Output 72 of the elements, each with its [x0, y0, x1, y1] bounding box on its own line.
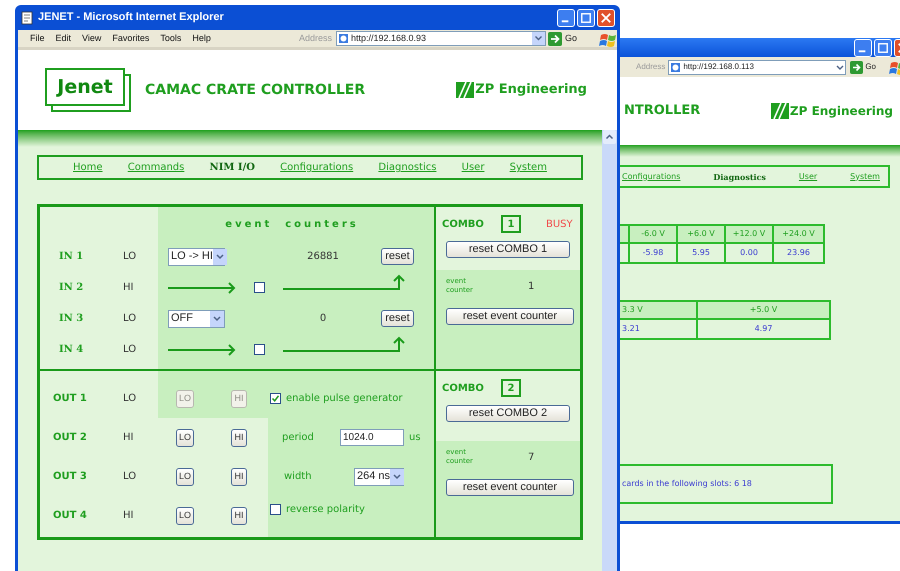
input-state: HI [123, 281, 134, 295]
checkbox-label: reverse polarity [286, 503, 365, 517]
logo: Jenet [45, 68, 125, 106]
low-button[interactable]: LO [176, 428, 194, 446]
table-cell: +24.0 V [772, 224, 825, 244]
counter-value: 1 [528, 280, 534, 294]
address-field[interactable]: http://192.168.0.113 [668, 60, 846, 74]
input-state: LO [123, 312, 136, 326]
output-name: OUT 3 [53, 470, 88, 484]
input-name: IN 2 [59, 281, 84, 295]
period-field[interactable]: 1024.0 [340, 429, 404, 446]
output-state: HI [123, 509, 134, 523]
menu-item[interactable]: View [82, 32, 102, 46]
combo-number: 1 [501, 215, 521, 233]
output-state: LO [123, 470, 136, 484]
combo-label: COMBO [442, 218, 485, 232]
brand-name: ZP Engineering [475, 81, 587, 100]
high-button[interactable]: HI [231, 506, 247, 524]
address-field[interactable]: http://192.168.0.93 [336, 31, 546, 46]
menu-item[interactable]: File [30, 32, 45, 46]
output-name: OUT 4 [53, 509, 88, 523]
high-button[interactable]: HI [231, 468, 247, 486]
field-label: period [282, 431, 315, 445]
menu-item[interactable]: Edit [56, 32, 72, 46]
menu-item[interactable]: Favorites [112, 32, 150, 46]
reset-combo-button[interactable]: reset COMBO 1 [446, 241, 570, 258]
menu-item[interactable]: Tools [160, 32, 182, 46]
reset-button[interactable]: reset [381, 310, 414, 327]
input-state: LO [123, 343, 136, 357]
field-label: width [284, 470, 313, 484]
reset-counter-button[interactable]: reset event counter [446, 479, 574, 496]
go-button[interactable]: Go [548, 32, 577, 46]
output-state: LO [123, 392, 136, 406]
status-label: BUSY [546, 218, 573, 232]
counter-value: 7 [528, 450, 534, 464]
input-name: IN 1 [59, 250, 84, 264]
page-heading: NTROLLER [624, 102, 700, 120]
window-title: JENET - Microsoft Internet Explorer [38, 10, 224, 26]
page-heading: CAMAC CRATE CONTROLLER [145, 80, 366, 100]
brand-name: ZP Engineering [790, 103, 893, 120]
section-title: event counters [225, 218, 359, 232]
input-state: LO [123, 250, 136, 264]
table-cell: 4.97 [696, 318, 831, 340]
table-cell: 23.96 [772, 242, 825, 264]
unit-label: us [409, 431, 421, 445]
address-label: Address [636, 61, 666, 73]
table-cell: +5.0 V [696, 300, 831, 320]
low-button[interactable]: LO [176, 468, 194, 486]
go-button[interactable]: Go [850, 60, 876, 74]
checkbox-label: enable pulse generator [286, 392, 402, 406]
counter-value: 0 [318, 312, 328, 326]
high-button[interactable]: HI [231, 428, 247, 446]
reset-button[interactable]: reset [381, 248, 414, 265]
output-name: OUT 1 [53, 392, 88, 406]
trigger-dropdown[interactable]: OFF [168, 310, 225, 328]
reset-counter-button[interactable]: reset event counter [446, 308, 574, 325]
low-button[interactable]: LO [176, 506, 194, 524]
combo-label: COMBO [442, 382, 485, 396]
width-dropdown[interactable]: 264 ns [354, 468, 404, 486]
nav-link[interactable]: Diagnostics [713, 170, 766, 182]
reset-combo-button[interactable]: reset COMBO 2 [446, 405, 570, 422]
status-message: cards in the following slots: 6 18 [622, 478, 752, 490]
trigger-dropdown[interactable]: LO -> HI [168, 248, 225, 266]
output-state: HI [123, 431, 134, 445]
combo-number: 2 [501, 379, 521, 397]
address-label: Address [298, 32, 332, 45]
counter-value: 26881 [306, 250, 340, 264]
output-name: OUT 2 [53, 431, 88, 445]
nav-link[interactable]: NIM I/O [210, 160, 255, 175]
input-name: IN 4 [59, 343, 84, 357]
menu-item[interactable]: Help [192, 32, 211, 46]
input-name: IN 3 [59, 312, 84, 326]
